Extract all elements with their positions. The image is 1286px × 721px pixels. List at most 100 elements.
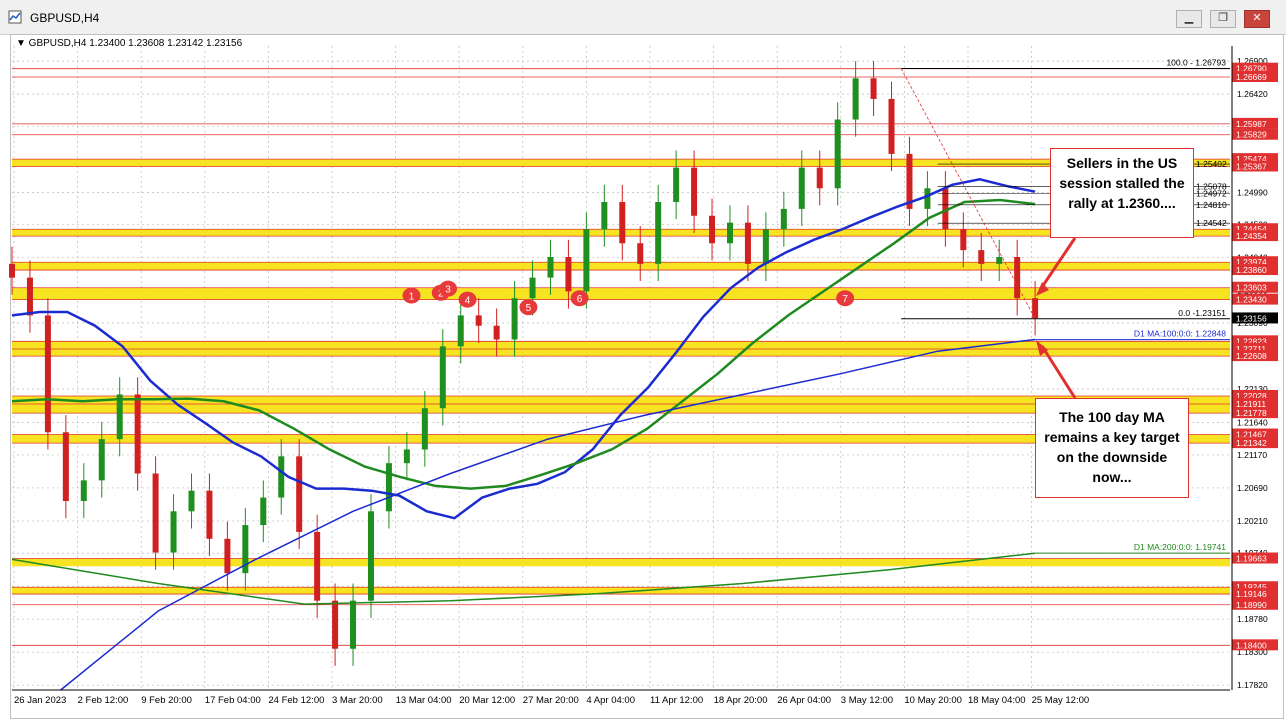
x-tick-label: 3 May 12:00 xyxy=(841,695,893,706)
x-tick-label: 11 Apr 12:00 xyxy=(650,695,703,706)
candle-body xyxy=(798,167,805,209)
candle-body xyxy=(206,490,213,539)
x-tick-label: 4 Apr 04:00 xyxy=(586,695,635,706)
candle-body xyxy=(709,215,716,244)
x-tick-label: 9 Feb 20:00 xyxy=(141,695,192,706)
current-price-label: 1.23156 xyxy=(1236,313,1267,323)
candle-body xyxy=(439,346,446,409)
price-tag-label: 1.25367 xyxy=(1236,161,1267,171)
fib-level-label: 100.0 - 1.26793 xyxy=(1166,57,1226,67)
candle-body xyxy=(116,394,123,440)
y-tick-label: 1.24990 xyxy=(1237,187,1268,197)
candle-body xyxy=(260,497,267,526)
candle-body xyxy=(978,250,985,264)
candle-body xyxy=(80,480,87,501)
candle-body xyxy=(762,229,769,264)
y-tick-label: 1.17820 xyxy=(1237,680,1268,690)
swing-point-label: 4 xyxy=(465,296,471,307)
candle-body xyxy=(744,222,751,264)
swing-level-label: 1.24810 xyxy=(1196,200,1227,210)
candle-body xyxy=(619,202,626,244)
candle-body xyxy=(62,432,69,501)
candle-body xyxy=(152,473,159,553)
candle-body xyxy=(278,456,285,498)
swing-level-label: 1.25402 xyxy=(1196,159,1227,169)
candle-body xyxy=(529,277,536,299)
candle-body xyxy=(1014,257,1021,299)
price-tag-label: 1.24354 xyxy=(1236,231,1267,241)
price-tag-label: 1.25987 xyxy=(1236,119,1267,129)
symbol-info: ▼ GBPUSD,H4 1.23400 1.23608 1.23142 1.23… xyxy=(16,38,243,49)
support-resistance-band xyxy=(12,262,1230,271)
x-tick-label: 13 Mar 04:00 xyxy=(396,695,452,706)
y-tick-label: 1.18780 xyxy=(1237,614,1268,624)
candle-body xyxy=(224,538,231,574)
candle-body xyxy=(565,257,572,292)
candle-body xyxy=(475,315,482,326)
price-tag-label: 1.25829 xyxy=(1236,130,1267,140)
price-tag-label: 1.23430 xyxy=(1236,295,1267,305)
candle-body xyxy=(134,394,141,474)
candle-body xyxy=(780,208,787,230)
x-tick-label: 17 Feb 04:00 xyxy=(205,695,261,706)
support-resistance-band xyxy=(12,558,1230,567)
candle-body xyxy=(996,257,1003,264)
candle-body xyxy=(601,202,608,230)
candle-body xyxy=(493,325,500,340)
swing-point-label: 5 xyxy=(526,303,532,314)
price-tag-label: 1.21342 xyxy=(1236,438,1267,448)
candle-body xyxy=(870,78,877,99)
price-tag-label: 1.18990 xyxy=(1236,600,1267,610)
price-tag-label: 1.21778 xyxy=(1236,408,1267,418)
candle-body xyxy=(296,456,303,532)
candle-body xyxy=(726,222,733,244)
price-tag-label: 1.19663 xyxy=(1236,554,1267,564)
candle-body xyxy=(547,257,554,278)
candle-body xyxy=(457,315,464,347)
candle-body xyxy=(691,167,698,216)
candle-body xyxy=(852,78,859,120)
ma-value-label: D1 MA:200:0:0: 1.19741 xyxy=(1134,542,1226,552)
candle-body xyxy=(816,167,823,189)
y-tick-label: 1.20690 xyxy=(1237,483,1268,493)
candle-body xyxy=(26,277,33,316)
swing-point-label: 7 xyxy=(842,294,848,305)
x-tick-label: 10 May 20:00 xyxy=(904,695,962,706)
price-tag-label: 1.23603 xyxy=(1236,283,1267,293)
price-chart[interactable]: 1.269001.264201.259501.254701.249901.245… xyxy=(0,0,1286,721)
candle-body xyxy=(421,408,428,450)
fib-level-label: 0.0 -1.23151 xyxy=(1178,308,1226,318)
candle-body xyxy=(314,531,321,601)
candle-body xyxy=(9,263,15,278)
candle-body xyxy=(44,315,51,433)
price-tag-label: 1.26669 xyxy=(1236,72,1267,82)
price-tag-label: 1.19146 xyxy=(1236,589,1267,599)
candle-body xyxy=(385,463,392,512)
candle-body xyxy=(332,600,339,649)
y-tick-label: 1.21640 xyxy=(1237,418,1268,428)
candle-body xyxy=(924,188,931,209)
x-tick-label: 18 May 04:00 xyxy=(968,695,1026,706)
candle-body xyxy=(403,449,410,464)
candle-body xyxy=(834,119,841,189)
candle-body xyxy=(188,490,195,512)
x-tick-label: 26 Jan 2023 xyxy=(14,695,66,706)
price-tag-label: 1.18400 xyxy=(1236,640,1267,650)
candle-body xyxy=(350,600,357,649)
candle-body xyxy=(583,229,590,292)
x-tick-label: 20 Mar 12:00 xyxy=(459,695,515,706)
candle-body xyxy=(637,243,644,264)
price-tag-label: 1.23860 xyxy=(1236,265,1267,275)
y-tick-label: 1.26420 xyxy=(1237,89,1268,99)
y-tick-label: 1.21170 xyxy=(1237,450,1267,460)
callout-100-day-ma: The 100 day MA remains a key target on t… xyxy=(1035,398,1189,498)
x-tick-label: 18 Apr 20:00 xyxy=(714,695,768,706)
candle-body xyxy=(1032,298,1039,319)
swing-point-label: 3 xyxy=(445,285,451,296)
ma-value-label: D1 MA:100:0:0: 1.22848 xyxy=(1134,329,1226,339)
x-tick-label: 3 Mar 20:00 xyxy=(332,695,383,706)
swing-point-label: 6 xyxy=(577,294,583,305)
candle-body xyxy=(367,511,374,601)
swing-level-label: 1.24972 xyxy=(1196,189,1227,199)
candle-body xyxy=(655,202,662,264)
